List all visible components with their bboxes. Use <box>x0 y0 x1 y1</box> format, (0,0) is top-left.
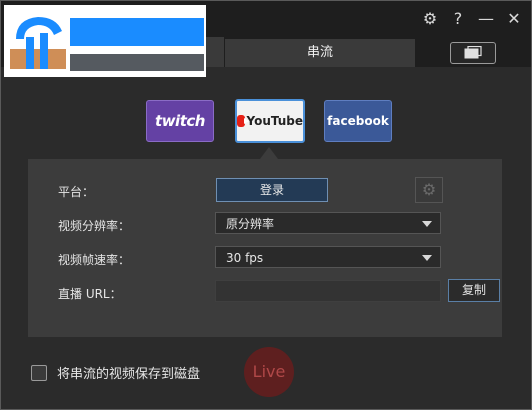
app-logo <box>4 5 206 77</box>
screens-icon <box>464 46 482 59</box>
url-label: 直播 URL： <box>58 287 122 301</box>
chevron-down-icon <box>422 255 432 261</box>
framerate-label: 视频帧速率： <box>58 253 131 267</box>
close-icon[interactable]: ✕ <box>505 10 523 28</box>
settings-panel: 平台： 登录 ⚙ 视频分辨率： 原分辨率 视频帧速率： 30 fps 直播 UR… <box>28 159 502 337</box>
youtube-play-icon <box>237 115 250 127</box>
facebook-button[interactable]: facebook <box>324 100 392 142</box>
screen-mode-button[interactable] <box>450 42 496 64</box>
framerate-select[interactable]: 30 fps <box>215 246 441 268</box>
login-button[interactable]: 登录 <box>216 178 328 202</box>
platform-selector: twitch YouTube facebook <box>1 99 531 144</box>
tab-streaming[interactable]: 串流 <box>225 39 415 67</box>
tab-left-edge <box>206 37 224 67</box>
window-controls: ⚙ ? — ✕ <box>421 10 523 28</box>
resolution-value: 原分辨率 <box>226 217 275 231</box>
minimize-icon[interactable]: — <box>477 10 495 28</box>
twitch-button[interactable]: twitch <box>146 100 214 142</box>
resolution-select[interactable]: 原分辨率 <box>215 212 441 234</box>
youtube-button[interactable]: YouTube <box>235 99 305 143</box>
help-icon[interactable]: ? <box>449 10 467 28</box>
gear-icon: ⚙ <box>421 180 437 199</box>
app-window: ⚙ ? — ✕ 串流 twitch YouTube facebook 平台： 登… <box>0 0 532 410</box>
selection-pointer <box>260 147 278 159</box>
save-to-disk-checkbox[interactable] <box>31 364 47 381</box>
twitch-logo-text: twitch <box>155 112 205 130</box>
gear-icon[interactable]: ⚙ <box>421 10 439 28</box>
youtube-logo-text: YouTube <box>246 114 303 128</box>
copy-button[interactable]: 复制 <box>448 279 500 302</box>
logo-bar-blue <box>70 18 204 46</box>
save-to-disk-label: 将串流的视频保存到磁盘 <box>57 367 201 382</box>
platform-label: 平台： <box>58 185 95 199</box>
live-button[interactable]: Live <box>244 347 294 397</box>
url-input[interactable] <box>215 280 441 302</box>
logo-emblem-icon <box>10 17 66 69</box>
framerate-value: 30 fps <box>226 251 264 265</box>
facebook-logo-text: facebook <box>327 114 389 128</box>
resolution-label: 视频分辨率： <box>58 219 131 233</box>
chevron-down-icon <box>422 221 432 227</box>
save-to-disk-row[interactable]: 将串流的视频保存到磁盘 <box>31 363 200 382</box>
logo-bar-gray <box>70 54 204 71</box>
platform-settings-button[interactable]: ⚙ <box>415 177 443 203</box>
